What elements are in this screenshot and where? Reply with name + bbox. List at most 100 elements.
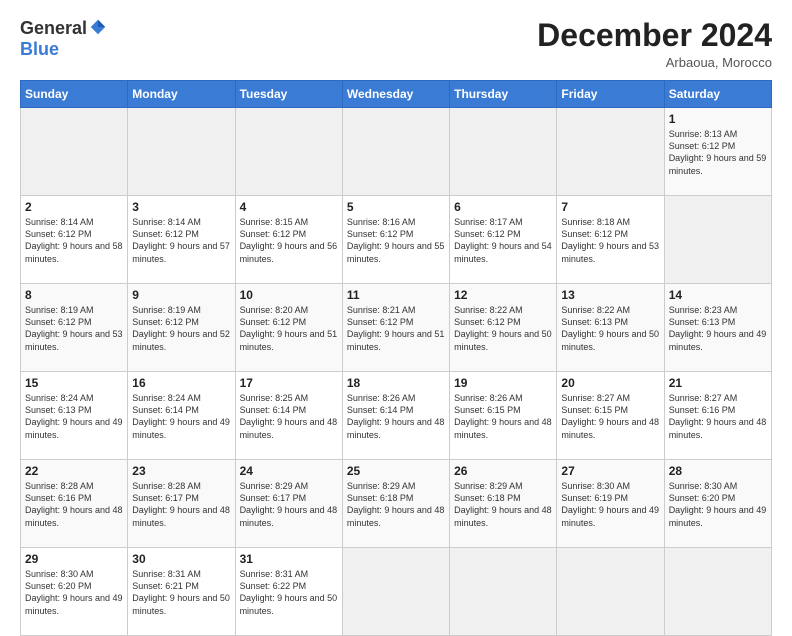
day-info: Sunrise: 8:31 AMSunset: 6:22 PMDaylight:… [240,568,338,617]
calendar-header: SundayMondayTuesdayWednesdayThursdayFrid… [21,81,772,108]
day-info: Sunrise: 8:30 AMSunset: 6:20 PMDaylight:… [669,480,767,529]
day-info: Sunrise: 8:19 AMSunset: 6:12 PMDaylight:… [25,304,123,353]
page: General Blue December 2024 Arbaoua, Moro… [0,0,792,612]
calendar-day-cell [664,548,771,636]
calendar-week-row: 1Sunrise: 8:13 AMSunset: 6:12 PMDaylight… [21,108,772,196]
day-number: 19 [454,376,552,390]
day-info: Sunrise: 8:22 AMSunset: 6:12 PMDaylight:… [454,304,552,353]
logo-icon [89,18,107,36]
calendar-day-cell: 20Sunrise: 8:27 AMSunset: 6:15 PMDayligh… [557,372,664,460]
calendar-day-cell: 21 Sunrise: 8:27 AMSunset: 6:16 PMDayligh… [664,372,771,460]
day-number: 9 [132,288,230,302]
calendar-day-cell [128,108,235,196]
calendar-day-cell: 19 Sunrise: 8:26 AMSunset: 6:15 PMDayligh… [450,372,557,460]
calendar-day-cell: 16 Sunrise: 8:24 AMSunset: 6:14 PMDayligh… [128,372,235,460]
calendar-day-cell [21,108,128,196]
day-number: 30 [132,552,230,566]
day-number: 5 [347,200,445,214]
calendar-week-row: 29Sunrise: 8:30 AMSunset: 6:20 PMDayligh… [21,548,772,636]
calendar-day-cell: 26Sunrise: 8:29 AMSunset: 6:18 PMDayligh… [450,460,557,548]
day-info: Sunrise: 8:19 AMSunset: 6:12 PMDaylight:… [132,304,230,353]
day-info: Sunrise: 8:26 AMSunset: 6:15 PMDaylight:… [454,392,552,441]
day-info: Sunrise: 8:29 AMSunset: 6:18 PMDaylight:… [347,480,445,529]
calendar-day-cell [557,108,664,196]
calendar-day-cell: 11 Sunrise: 8:21 AMSunset: 6:12 PMDayligh… [342,284,449,372]
day-info: Sunrise: 8:28 AMSunset: 6:17 PMDaylight:… [132,480,230,529]
calendar-day-cell: 31 Sunrise: 8:31 AMSunset: 6:22 PMDayligh… [235,548,342,636]
day-number: 17 [240,376,338,390]
day-number: 25 [347,464,445,478]
calendar: SundayMondayTuesdayWednesdayThursdayFrid… [20,80,772,636]
calendar-day-cell: 6 Sunrise: 8:17 AMSunset: 6:12 PMDaylight… [450,196,557,284]
day-info: Sunrise: 8:17 AMSunset: 6:12 PMDaylight:… [454,216,552,265]
day-info: Sunrise: 8:23 AMSunset: 6:13 PMDaylight:… [669,304,767,353]
calendar-day-cell: 4Sunrise: 8:15 AMSunset: 6:12 PMDaylight… [235,196,342,284]
calendar-day-cell: 9 Sunrise: 8:19 AMSunset: 6:12 PMDaylight… [128,284,235,372]
calendar-day-cell: 5 Sunrise: 8:16 AMSunset: 6:12 PMDaylight… [342,196,449,284]
day-info: Sunrise: 8:14 AMSunset: 6:12 PMDaylight:… [25,216,123,265]
calendar-day-cell [235,108,342,196]
logo-text: General [20,18,107,39]
calendar-body: 1Sunrise: 8:13 AMSunset: 6:12 PMDaylight… [21,108,772,636]
calendar-day-cell: 18Sunrise: 8:26 AMSunset: 6:14 PMDayligh… [342,372,449,460]
day-info: Sunrise: 8:24 AMSunset: 6:14 PMDaylight:… [132,392,230,441]
header-day: Friday [557,81,664,108]
day-info: Sunrise: 8:27 AMSunset: 6:16 PMDaylight:… [669,392,767,441]
day-number: 13 [561,288,659,302]
logo: General Blue [20,18,107,60]
calendar-day-cell: 3 Sunrise: 8:14 AMSunset: 6:12 PMDaylight… [128,196,235,284]
day-number: 12 [454,288,552,302]
calendar-day-cell: 13 Sunrise: 8:22 AMSunset: 6:13 PMDayligh… [557,284,664,372]
calendar-day-cell: 28Sunrise: 8:30 AMSunset: 6:20 PMDayligh… [664,460,771,548]
day-number: 21 [669,376,767,390]
day-number: 14 [669,288,767,302]
day-number: 2 [25,200,123,214]
day-info: Sunrise: 8:24 AMSunset: 6:13 PMDaylight:… [25,392,123,441]
calendar-week-row: 22Sunrise: 8:28 AMSunset: 6:16 PMDayligh… [21,460,772,548]
day-info: Sunrise: 8:21 AMSunset: 6:12 PMDaylight:… [347,304,445,353]
location-subtitle: Arbaoua, Morocco [537,55,772,70]
calendar-day-cell: 15Sunrise: 8:24 AMSunset: 6:13 PMDayligh… [21,372,128,460]
calendar-day-cell: 23Sunrise: 8:28 AMSunset: 6:17 PMDayligh… [128,460,235,548]
header-day: Saturday [664,81,771,108]
day-info: Sunrise: 8:22 AMSunset: 6:13 PMDaylight:… [561,304,659,353]
calendar-day-cell [450,548,557,636]
calendar-day-cell [342,108,449,196]
day-number: 8 [25,288,123,302]
calendar-week-row: 8 Sunrise: 8:19 AMSunset: 6:12 PMDaylight… [21,284,772,372]
day-number: 31 [240,552,338,566]
calendar-day-cell [342,548,449,636]
day-number: 6 [454,200,552,214]
title-block: December 2024 Arbaoua, Morocco [537,18,772,70]
calendar-day-cell: 8 Sunrise: 8:19 AMSunset: 6:12 PMDaylight… [21,284,128,372]
logo-general: General [20,18,87,39]
calendar-day-cell [557,548,664,636]
month-title: December 2024 [537,18,772,53]
day-info: Sunrise: 8:29 AMSunset: 6:17 PMDaylight:… [240,480,338,529]
header: General Blue December 2024 Arbaoua, Moro… [20,18,772,70]
day-info: Sunrise: 8:30 AMSunset: 6:19 PMDaylight:… [561,480,659,529]
day-info: Sunrise: 8:13 AMSunset: 6:12 PMDaylight:… [669,128,767,177]
day-info: Sunrise: 8:25 AMSunset: 6:14 PMDaylight:… [240,392,338,441]
day-info: Sunrise: 8:27 AMSunset: 6:15 PMDaylight:… [561,392,659,441]
day-info: Sunrise: 8:14 AMSunset: 6:12 PMDaylight:… [132,216,230,265]
calendar-day-cell: 1Sunrise: 8:13 AMSunset: 6:12 PMDaylight… [664,108,771,196]
calendar-day-cell: 30Sunrise: 8:31 AMSunset: 6:21 PMDayligh… [128,548,235,636]
day-number: 3 [132,200,230,214]
calendar-day-cell: 17 Sunrise: 8:25 AMSunset: 6:14 PMDayligh… [235,372,342,460]
header-day: Sunday [21,81,128,108]
calendar-day-cell: 27 Sunrise: 8:30 AMSunset: 6:19 PMDayligh… [557,460,664,548]
logo-blue: Blue [20,39,59,60]
calendar-day-cell: 24Sunrise: 8:29 AMSunset: 6:17 PMDayligh… [235,460,342,548]
day-info: Sunrise: 8:16 AMSunset: 6:12 PMDaylight:… [347,216,445,265]
day-number: 27 [561,464,659,478]
calendar-day-cell: 14 Sunrise: 8:23 AMSunset: 6:13 PMDayligh… [664,284,771,372]
day-number: 16 [132,376,230,390]
day-number: 18 [347,376,445,390]
day-info: Sunrise: 8:29 AMSunset: 6:18 PMDaylight:… [454,480,552,529]
header-day: Wednesday [342,81,449,108]
day-info: Sunrise: 8:18 AMSunset: 6:12 PMDaylight:… [561,216,659,265]
header-day: Tuesday [235,81,342,108]
day-number: 11 [347,288,445,302]
calendar-day-cell: 22Sunrise: 8:28 AMSunset: 6:16 PMDayligh… [21,460,128,548]
